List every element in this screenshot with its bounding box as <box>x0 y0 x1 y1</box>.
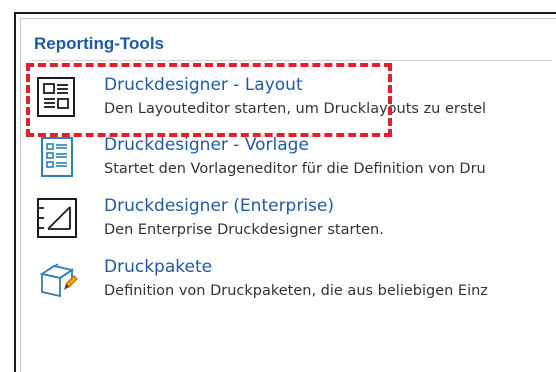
section-title: Reporting-Tools <box>34 34 164 53</box>
menu-item-title[interactable]: Druckdesigner - Vorlage <box>104 135 309 155</box>
menu-item-description: Den Layouteditor starten, um Drucklayout… <box>104 101 487 117</box>
print-package-icon <box>36 258 78 300</box>
section-divider <box>32 60 552 61</box>
menu-item-title[interactable]: Druckpakete <box>104 257 212 277</box>
menu-item-druckdesigner-vorlage[interactable]: Druckdesigner - Vorlage Startet den Vorl… <box>36 134 556 186</box>
menu-item-description: Definition von Druckpaketen, die aus bel… <box>104 283 488 299</box>
reporting-tools-window: Reporting-Tools Druckdesigner - Layout D… <box>14 12 556 372</box>
menu-item-druckdesigner-layout[interactable]: Druckdesigner - Layout Den Layouteditor … <box>36 74 556 126</box>
menu-item-description: Startet den Vorlageneditor für die Defin… <box>104 161 486 177</box>
menu-item-description: Den Enterprise Druckdesigner starten. <box>104 222 384 238</box>
layout-editor-icon <box>36 76 78 118</box>
enterprise-designer-icon <box>36 197 78 239</box>
template-editor-icon <box>36 136 78 178</box>
menu-item-druckpakete[interactable]: Druckpakete Definition von Druckpaketen,… <box>36 256 556 308</box>
menu-item-title[interactable]: Druckdesigner (Enterprise) <box>104 196 334 216</box>
menu-item-druckdesigner-enterprise[interactable]: Druckdesigner (Enterprise) Den Enterpris… <box>36 195 556 247</box>
menu-item-title[interactable]: Druckdesigner - Layout <box>104 75 303 95</box>
